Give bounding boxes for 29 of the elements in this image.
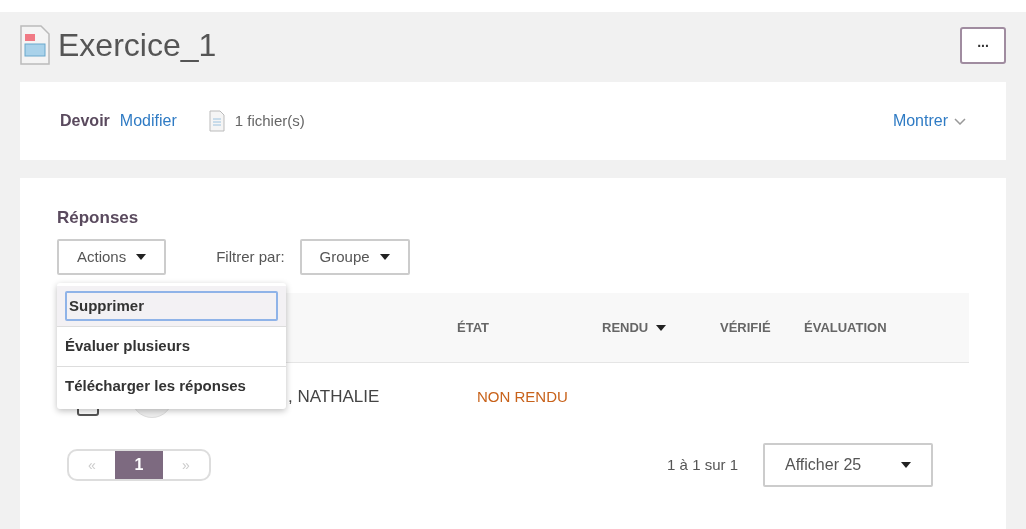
result-range: 1 à 1 sur 1 — [667, 454, 738, 475]
student-name: , NATHALIE — [288, 387, 380, 407]
responses-heading: Réponses — [57, 207, 140, 229]
chevron-down-icon — [954, 117, 966, 125]
more-button[interactable]: ... — [960, 26, 1006, 64]
status-text: NON RENDU — [477, 386, 568, 407]
menu-item[interactable]: Télécharger les réponses — [57, 366, 286, 406]
caret-icon — [379, 254, 390, 260]
column-header[interactable]: VÉRIFIÉ — [720, 317, 771, 338]
document-icon — [20, 25, 50, 65]
edit-link[interactable]: Modifier — [119, 109, 177, 133]
column-header[interactable]: ÉVALUATION — [804, 317, 887, 338]
column-header[interactable]: RENDU — [602, 317, 667, 338]
file-icon — [208, 110, 225, 132]
actions-dropdown[interactable]: Actions — [57, 239, 167, 275]
caret-icon — [136, 254, 147, 260]
caret-icon — [901, 462, 911, 468]
sort-icon — [656, 324, 667, 331]
menu-item[interactable]: Évaluer plusieurs — [57, 326, 286, 366]
show-link[interactable]: Montrer — [892, 109, 966, 133]
assignment-label: Devoir — [60, 111, 110, 131]
file-count: 1 fichier(s) — [234, 110, 305, 131]
column-header[interactable]: ÉTAT — [457, 317, 489, 338]
page-button[interactable]: 1 — [115, 451, 163, 479]
group-dropdown[interactable]: Groupe — [299, 239, 410, 275]
page-size-dropdown[interactable]: Afficher 25 — [763, 443, 933, 487]
menu-item[interactable]: Supprimer — [57, 286, 286, 326]
filter-label: Filtrer par: — [216, 246, 285, 267]
page-title: Exercice_1 — [58, 26, 217, 65]
